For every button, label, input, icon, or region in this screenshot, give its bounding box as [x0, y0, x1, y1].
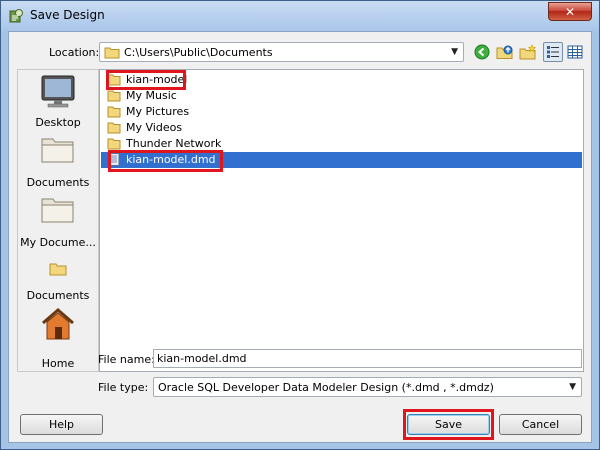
- close-button[interactable]: ✕: [548, 2, 592, 21]
- list-item[interactable]: My Music: [101, 88, 582, 104]
- location-dropdown[interactable]: C:\Users\Public\Documents ▼: [99, 42, 464, 62]
- folder-icon: [41, 138, 74, 163]
- place-label: Desktop: [35, 116, 81, 129]
- list-item-selected[interactable]: kian-model.dmd: [101, 152, 582, 168]
- file-list[interactable]: kian-model My Music My Pictures My Video…: [99, 69, 584, 372]
- folder-icon: [41, 198, 74, 223]
- folder-icon: [107, 138, 121, 150]
- filetype-label: File type:: [98, 381, 149, 394]
- place-home[interactable]: Home: [18, 305, 98, 370]
- document-icon: [108, 153, 120, 166]
- close-icon: ✕: [564, 4, 576, 19]
- list-item[interactable]: My Pictures: [101, 104, 582, 120]
- window-title: Save Design: [30, 8, 105, 22]
- cancel-button[interactable]: Cancel: [499, 414, 582, 435]
- save-button[interactable]: Save: [407, 414, 490, 435]
- place-documents-2[interactable]: Documents: [18, 258, 98, 302]
- folder-icon: [107, 106, 121, 118]
- folder-icon: [104, 47, 120, 59]
- cancel-button-label: Cancel: [521, 418, 560, 431]
- place-desktop[interactable]: Desktop: [18, 72, 98, 129]
- folder-icon: [107, 90, 121, 102]
- place-label: Documents: [26, 289, 90, 302]
- place-label: Home: [41, 357, 75, 370]
- file-name: Thunder Network: [126, 137, 222, 150]
- back-icon[interactable]: [472, 42, 492, 62]
- title-bar: Save Design ✕: [1, 1, 599, 31]
- file-name: My Pictures: [126, 105, 190, 118]
- dialog-body: Location: C:\Users\Public\Documents ▼ De…: [8, 31, 592, 443]
- place-documents[interactable]: Documents: [18, 133, 98, 189]
- up-folder-icon[interactable]: [495, 42, 515, 62]
- chevron-down-icon: ▼: [569, 382, 576, 392]
- folder-icon: [107, 74, 121, 86]
- filetype-value: Oracle SQL Developer Data Modeler Design…: [158, 381, 494, 394]
- home-icon: [42, 308, 74, 340]
- details-view-icon[interactable]: [565, 42, 585, 62]
- save-design-dialog: Save Design ✕ Location: C:\Users\Public\…: [0, 0, 600, 450]
- filetype-dropdown[interactable]: Oracle SQL Developer Data Modeler Design…: [153, 377, 582, 397]
- list-view-icon[interactable]: [543, 42, 563, 62]
- location-value: C:\Users\Public\Documents: [124, 46, 273, 59]
- help-button-label: Help: [48, 418, 75, 431]
- file-name: kian-model: [126, 73, 188, 86]
- filename-label: File name:: [98, 353, 155, 366]
- file-name: kian-model.dmd: [126, 153, 216, 166]
- places-bar: Desktop Documents My Docume... Documents…: [17, 69, 99, 372]
- desktop-icon: [41, 75, 75, 108]
- location-label: Location:: [49, 46, 100, 59]
- help-button[interactable]: Help: [20, 414, 103, 435]
- save-button-label: Save: [434, 418, 462, 431]
- folder-icon: [107, 122, 121, 134]
- file-name: My Videos: [126, 121, 183, 134]
- file-name: My Music: [126, 89, 177, 102]
- list-item[interactable]: My Videos: [101, 120, 582, 136]
- filename-input[interactable]: kian-model.dmd: [153, 349, 582, 368]
- small-folder-icon: [49, 263, 67, 276]
- app-icon: [9, 9, 23, 23]
- list-item[interactable]: kian-model: [101, 72, 582, 88]
- new-folder-icon[interactable]: [518, 42, 538, 62]
- place-my-documents[interactable]: My Docume...: [18, 193, 98, 249]
- list-item[interactable]: Thunder Network: [101, 136, 582, 152]
- place-label: Documents: [26, 176, 90, 189]
- chevron-down-icon: ▼: [451, 47, 458, 57]
- place-label: My Docume...: [20, 236, 96, 249]
